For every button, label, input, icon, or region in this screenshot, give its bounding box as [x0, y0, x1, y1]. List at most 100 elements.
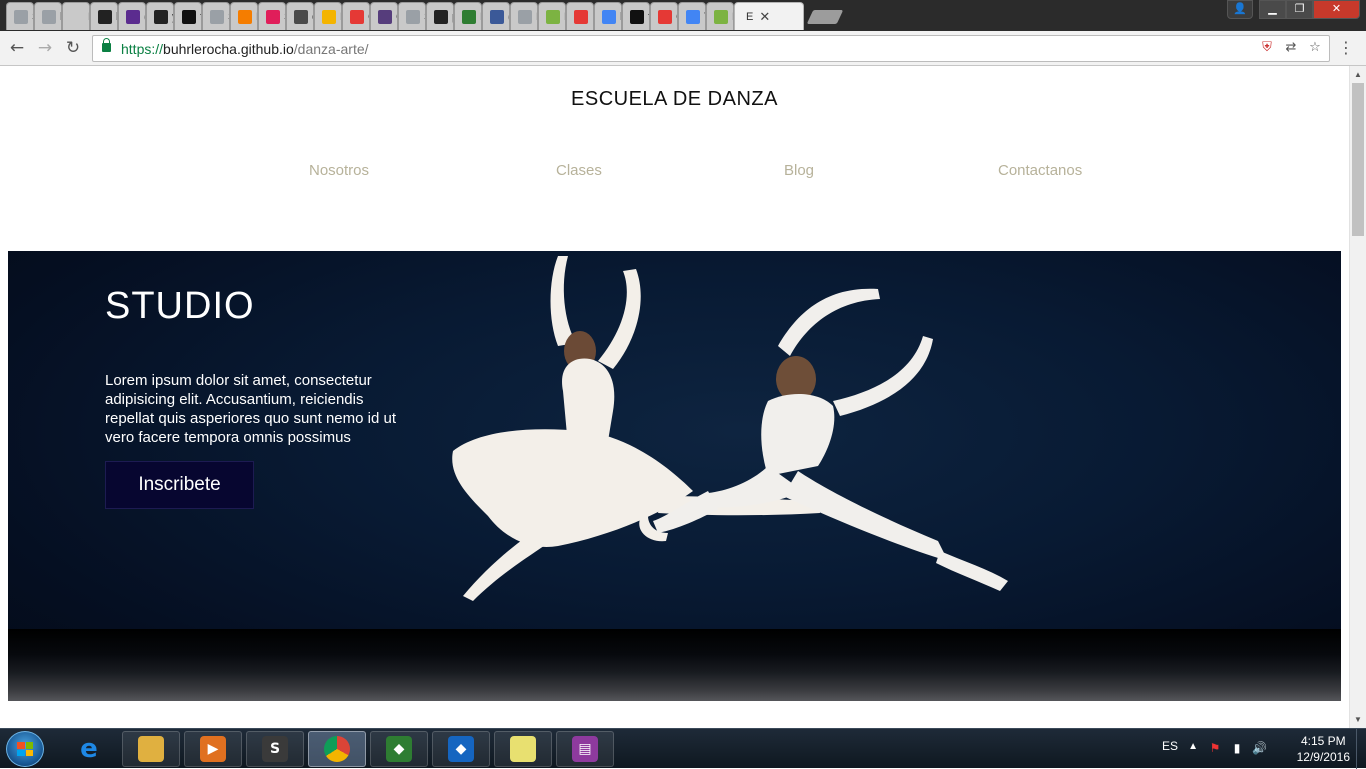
taskbar-item[interactable] — [308, 731, 366, 767]
profile-icon[interactable]: 👤 — [1227, 0, 1253, 19]
mail-icon — [126, 9, 140, 24]
stage-floor — [8, 629, 1341, 701]
browser-tab[interactable]: C — [650, 2, 678, 30]
show-desktop-button[interactable] — [1356, 729, 1366, 769]
bookmark-star-icon[interactable]: ☆ — [1307, 40, 1323, 56]
page-viewport: ESCUELA DE DANZA Nosotros Clases Blog Co… — [0, 66, 1349, 728]
browser-tab[interactable]: f — [622, 2, 650, 30]
nav-link-contactanos[interactable]: Contactanos — [998, 162, 1082, 179]
new-tab-button[interactable] — [806, 10, 844, 24]
url-host: buhrlerocha.github.io — [163, 41, 294, 57]
address-bar[interactable]: https://buhrlerocha.github.io/danza-arte… — [92, 35, 1330, 62]
inscribete-button[interactable]: Inscribete — [105, 461, 254, 509]
nav-link-blog[interactable]: Blog — [784, 162, 814, 179]
git-gui-icon: ◆ — [448, 736, 474, 762]
tab-favicon — [70, 10, 84, 24]
browser-tab[interactable]: h — [594, 2, 622, 30]
close-tab-icon[interactable]: ✕ — [759, 9, 770, 25]
px-icon — [462, 9, 476, 24]
back-icon[interactable]: ← — [6, 37, 28, 59]
taskbar-item[interactable] — [122, 731, 180, 767]
blogger-icon — [238, 9, 252, 24]
hero-title: STUDIO — [105, 285, 255, 327]
browser-tab[interactable]: F — [314, 2, 342, 30]
browser-tab[interactable]: l — [34, 2, 62, 30]
browser-tab[interactable]: S — [6, 2, 34, 30]
facebook-icon — [490, 9, 504, 24]
reload-icon[interactable]: ↻ — [62, 37, 84, 59]
slack-icon — [266, 9, 280, 24]
chrome-menu-icon[interactable]: ⋮ — [1338, 38, 1354, 57]
browser-tab-strip: SlNewb(yfSFScFCCSpF(FLIhfCTLE✕ 👤 ▁ ❐ ✕ — [0, 0, 1366, 31]
browser-tab[interactable]: ( — [118, 2, 146, 30]
browser-tab[interactable]: C — [370, 2, 398, 30]
browser-tab[interactable]: y — [146, 2, 174, 30]
taskbar-item[interactable]: e — [60, 731, 118, 767]
close-window-button[interactable]: ✕ — [1313, 0, 1360, 19]
browser-tab[interactable]: S — [258, 2, 286, 30]
site-title: ESCUELA DE DANZA — [571, 88, 778, 110]
e-icon — [714, 9, 728, 24]
volume-icon[interactable]: 🔊 — [1252, 741, 1267, 755]
forward-icon[interactable]: → — [34, 37, 56, 59]
nav-link-nosotros[interactable]: Nosotros — [309, 162, 369, 179]
browser-tab[interactable]: I — [566, 2, 594, 30]
browser-tab[interactable]: ( — [482, 2, 510, 30]
show-hidden-icons-icon[interactable]: ▲ — [1188, 741, 1198, 752]
taskbar-item[interactable]: ▶ — [184, 731, 242, 767]
maximize-button[interactable]: ❐ — [1286, 0, 1313, 19]
clock-time: 4:15 PM — [1300, 734, 1346, 748]
nav-link-clases[interactable]: Clases — [556, 162, 602, 179]
chrome-icon — [324, 736, 350, 762]
hero-description: Lorem ipsum dolor sit amet, consectetur … — [105, 372, 397, 446]
browser-tab[interactable]: c — [286, 2, 314, 30]
browser-tab[interactable]: p — [426, 2, 454, 30]
window-controls: 👤 ▁ ❐ ✕ — [1227, 0, 1360, 19]
clock-date: 12/9/2016 — [1296, 750, 1350, 764]
shield-icon[interactable]: ⛨ — [1259, 40, 1275, 56]
taskbar-item[interactable]: ▤ — [556, 731, 614, 767]
browser-tab[interactable]: b — [90, 2, 118, 30]
flag-icon — [630, 9, 644, 24]
hero-banner: STUDIO Lorem ipsum dolor sit amet, conse… — [8, 251, 1341, 701]
taskbar-item[interactable]: ◆ — [432, 731, 490, 767]
minimize-button[interactable]: ▁ — [1259, 0, 1286, 19]
browser-tab[interactable]: F — [230, 2, 258, 30]
google-icon — [602, 9, 616, 24]
browser-tab[interactable]: T — [678, 2, 706, 30]
scroll-up-icon[interactable]: ▲ — [1354, 70, 1362, 79]
page-icon — [42, 9, 56, 24]
sticky-notes-icon — [510, 736, 536, 762]
browser-tab[interactable]: L — [538, 2, 566, 30]
windows-taskbar: e ▶ S ◆ ◆ ▤ ES ▲ ⚑ ▮ 🔊 4:15 PM 12/9/2016 — [0, 728, 1366, 769]
scroll-down-icon[interactable]: ▼ — [1354, 715, 1362, 724]
tab-list: SlNewb(yfSFScFCCSpF(FLIhfCTLE✕ — [6, 2, 844, 31]
browser-tab[interactable]: S — [202, 2, 230, 30]
browser-tab[interactable]: New — [62, 2, 90, 30]
taskbar-item[interactable]: ◆ — [370, 731, 428, 767]
power-icon[interactable]: ▮ — [1230, 741, 1244, 755]
browser-tab[interactable]: f — [174, 2, 202, 30]
browser-tab-active[interactable]: E ✕ — [734, 2, 804, 30]
language-indicator[interactable]: ES — [1162, 739, 1178, 753]
translate-icon[interactable]: ⇄ — [1283, 40, 1299, 56]
action-center-icon[interactable]: ⚑ — [1208, 741, 1222, 755]
browser-tab[interactable]: L — [706, 2, 734, 30]
github-icon — [154, 9, 168, 24]
start-button[interactable] — [6, 731, 44, 767]
browser-tab[interactable]: S — [398, 2, 426, 30]
taskbar-item[interactable]: S — [246, 731, 304, 767]
url-text[interactable]: https://buhrlerocha.github.io/danza-arte… — [121, 41, 369, 57]
github-icon — [98, 9, 112, 24]
page-scrollbar[interactable]: ▲ ▼ — [1349, 66, 1366, 728]
browser-tab[interactable]: F — [454, 2, 482, 30]
scrollbar-thumb[interactable] — [1352, 83, 1364, 236]
windows-logo-icon — [17, 742, 33, 756]
taskbar-item[interactable] — [494, 731, 552, 767]
browser-tab[interactable]: F — [510, 2, 538, 30]
clock[interactable]: 4:15 PM 12/9/2016 — [1297, 733, 1350, 765]
system-tray: ES ▲ ⚑ ▮ 🔊 4:15 PM 12/9/2016 — [1146, 729, 1366, 769]
f-icon — [658, 9, 672, 24]
browser-tab[interactable]: C — [342, 2, 370, 30]
e-icon — [546, 9, 560, 24]
